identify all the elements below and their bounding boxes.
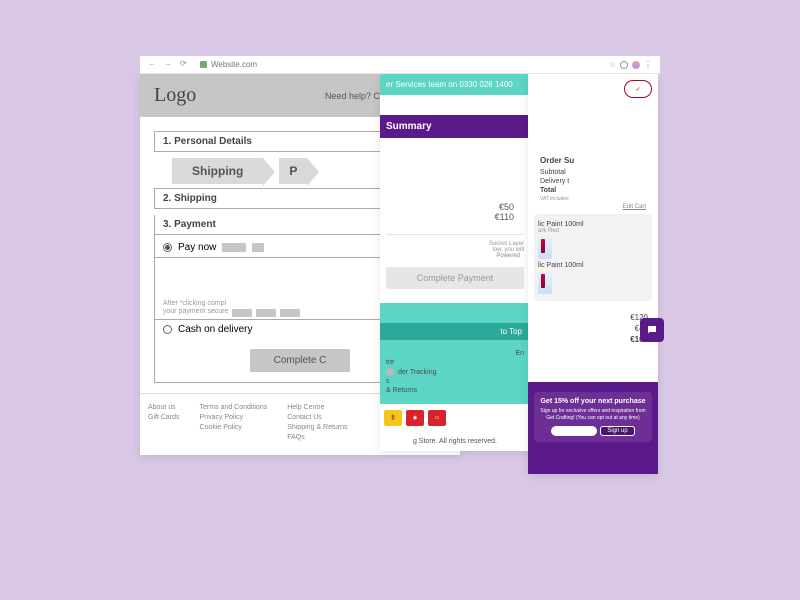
help-phone: er Services team on 0330 026 1400 [380, 74, 530, 95]
footer-link[interactable]: Privacy Policy [200, 414, 268, 421]
cart-item: lic Paint 100ml [538, 262, 648, 269]
reload-icon[interactable]: ⟳ [180, 59, 192, 71]
price-line: €50 [396, 202, 514, 212]
radio-icon [163, 243, 172, 252]
menu-icon[interactable]: ⋮ [644, 60, 652, 69]
crumb-next: P [279, 158, 307, 184]
lock-icon [200, 61, 207, 68]
crumb-shipping: Shipping [172, 158, 263, 184]
back-to-top[interactable]: to Top [380, 323, 530, 340]
order-summary-title: Order Su [540, 156, 646, 165]
signup-button[interactable]: Sign up [600, 426, 634, 436]
footer-link[interactable]: Terms and Conditions [200, 404, 268, 411]
footer-links: En tre der Tracking s & Returns [380, 340, 530, 404]
promo-title: Get 15% off your next purchase [540, 398, 646, 405]
footer-link[interactable]: Cookie Policy [200, 424, 268, 431]
mid-fidelity-layer: er Services team on 0330 026 1400 Summar… [380, 74, 530, 451]
summary-prices: €120 €40 €160 [528, 305, 658, 352]
logo: Logo [154, 84, 196, 107]
cart-item: lic Paint 100ml ark Red [538, 221, 648, 234]
complete-button[interactable]: Complete C [250, 349, 351, 372]
chat-button[interactable] [640, 318, 664, 342]
product-thumb [538, 272, 552, 294]
promo-text: Sign up for exclusive offers and inspira… [540, 408, 646, 421]
chat-icon [646, 324, 658, 336]
footer-link[interactable]: FAQs [287, 434, 347, 441]
high-fidelity-layer: ✓ Order Su Subtotal Delivery t Total VAT… [528, 74, 658, 474]
powered-by: Powered [386, 253, 524, 259]
extension-icon[interactable] [620, 61, 628, 69]
cod-label: Cash on delivery [178, 324, 252, 335]
forward-arrow-icon[interactable]: → [164, 59, 176, 71]
order-summary-card: Order Su Subtotal Delivery t Total VAT i… [534, 150, 652, 208]
mini-cart: Edit Cart lic Paint 100ml ark Red lic Pa… [534, 214, 652, 301]
back-arrow-icon[interactable]: ← [148, 59, 160, 71]
pay-now-label: Pay now [178, 242, 216, 253]
footer-link[interactable]: Help Centre [287, 404, 347, 411]
promo-card: Get 15% off your next purchase Sign up f… [534, 392, 652, 442]
footer-link[interactable]: Shipping & Returns [287, 424, 347, 431]
complete-payment-button[interactable]: Complete Payment [386, 267, 524, 289]
browser-chrome: ← → ⟳ Website.com ☆ ⋮ [140, 56, 660, 74]
brand-badge: ✓ [624, 80, 652, 98]
footer-purple: Get 15% off your next purchase Sign up f… [528, 382, 658, 474]
radio-icon [163, 325, 172, 334]
summary-header: Summary [380, 115, 530, 138]
profile-icon[interactable] [632, 61, 640, 69]
edit-cart-link[interactable]: Edit Cart [623, 204, 646, 210]
price-line: €110 [396, 212, 514, 222]
footer-link[interactable]: Contact Us [287, 414, 347, 421]
footer-link[interactable]: Gift Cards [148, 414, 180, 421]
footer-link[interactable]: About us [148, 404, 180, 411]
product-thumb [538, 237, 552, 259]
email-input[interactable] [551, 426, 597, 436]
url-text: Website.com [211, 60, 257, 69]
bookmark-icon[interactable]: ☆ [609, 60, 616, 69]
payment-badges: ₿ ◉ ▭ [380, 404, 530, 432]
copyright: g Store. All rights reserved. [380, 432, 530, 451]
